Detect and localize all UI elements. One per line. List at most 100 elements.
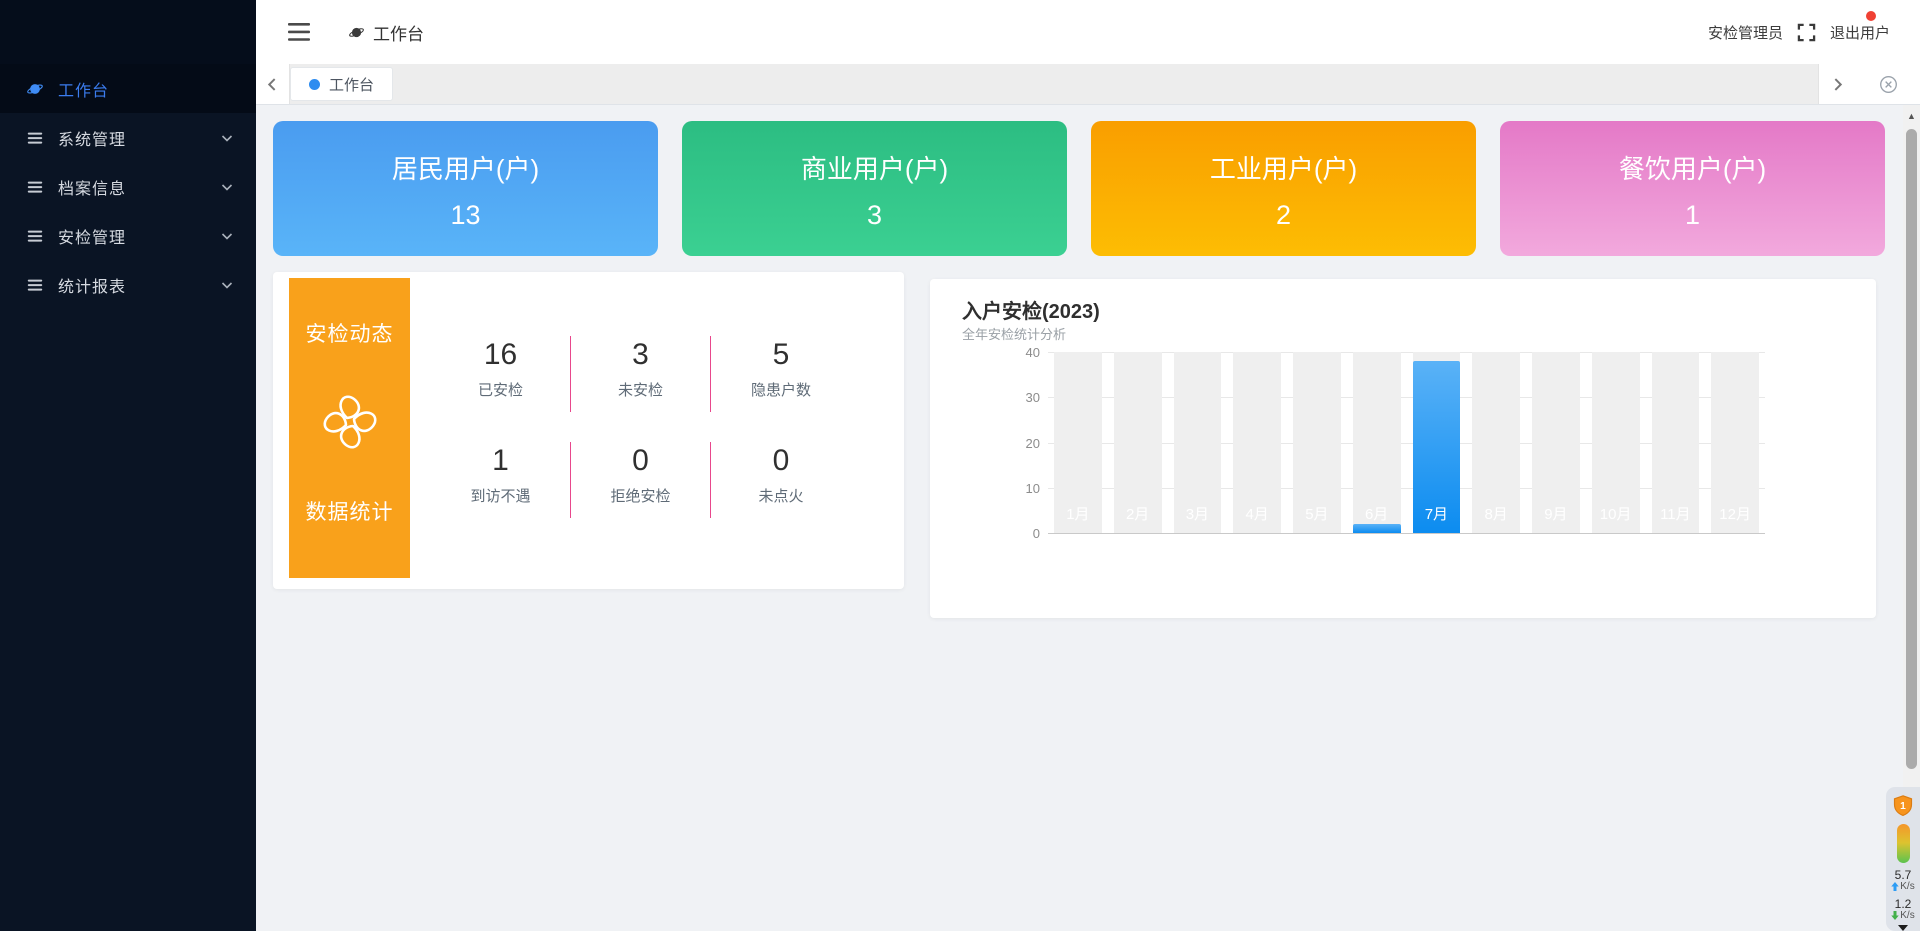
shield-badge-icon: 1 — [1892, 795, 1914, 816]
safety-stats-grid: 16已安检3未安检5隐患户数1到访不遇0拒绝安检0未点火 — [431, 336, 851, 518]
stat-card-title: 工业用户(户) — [1091, 149, 1476, 186]
x-axis-month-label: 7月 — [1407, 503, 1467, 524]
logout-button[interactable]: 退出用户 — [1830, 22, 1890, 43]
sidebar-item-label: 统计报表 — [58, 273, 220, 297]
stat-card-title: 商业用户(户) — [682, 149, 1067, 186]
scrollbar-thumb[interactable] — [1906, 129, 1917, 769]
annual-inspection-chart-panel: 入户安检(2023) 全年安检统计分析 0 10 20 30 40 1月2月3月4月5月6… — [930, 279, 1876, 618]
tabs-scroll-left-button[interactable] — [256, 64, 290, 104]
tab-bar: 工作台 — [256, 64, 1920, 105]
safety-stat-label: 到访不遇 — [431, 485, 570, 506]
svg-text:1: 1 — [1900, 801, 1906, 812]
current-user-label: 安检管理员 — [1708, 22, 1783, 43]
month-slot-4月: 4月 — [1227, 352, 1287, 533]
safety-stat-label: 未点火 — [711, 485, 851, 506]
up-arrow-icon — [1891, 882, 1899, 891]
stat-cards-row: 居民用户(户) 13 商业用户(户)3 工业用户(户) 2 餐饮用户(户) 1 — [273, 121, 1885, 256]
chevron-down-icon — [220, 131, 234, 145]
safety-stat-value: 1 — [431, 442, 570, 480]
safety-stat-value: 16 — [431, 336, 570, 374]
leaf-icon — [348, 24, 365, 41]
bar-chart-plot-area: 0102030401月2月3月4月5月6月7月8月9月10月11月12月 — [1048, 352, 1765, 533]
x-axis-month-label: 1月 — [1048, 503, 1108, 524]
page-title: 工作台 — [373, 20, 424, 45]
x-axis-month-label: 4月 — [1227, 503, 1287, 524]
month-slot-5月: 5月 — [1287, 352, 1347, 533]
upload-speed-unit: K/s — [1891, 881, 1914, 892]
y-axis-tick-label: 10 — [1006, 481, 1040, 496]
sidebar-item-label: 工作台 — [58, 77, 234, 101]
collapse-triangle-icon[interactable] — [1898, 925, 1908, 931]
stat-card[interactable]: 工业用户(户) 2 — [1091, 121, 1476, 256]
safety-stat-value: 0 — [571, 442, 710, 480]
safety-stat-value: 0 — [711, 442, 851, 480]
menu-icon — [26, 227, 44, 245]
tab-workbench[interactable]: 工作台 — [290, 67, 393, 101]
header-right: 安检管理员 退出用户 — [1708, 0, 1890, 64]
scrollbar-up-arrow[interactable]: ▲ — [1903, 111, 1920, 121]
safety-stat-label: 未安检 — [571, 379, 710, 400]
safety-stat-label: 已安检 — [431, 379, 570, 400]
tab-label: 工作台 — [329, 74, 374, 95]
download-speed-unit: K/s — [1891, 910, 1914, 921]
sidebar-item-档案信息[interactable]: 档案信息 — [0, 162, 256, 211]
menu-icon — [26, 178, 44, 196]
down-arrow-icon — [1891, 911, 1899, 920]
chart-title: 入户安检(2023) — [962, 295, 1100, 324]
stat-card[interactable]: 居民用户(户) 13 — [273, 121, 658, 256]
x-axis-baseline — [1048, 533, 1765, 534]
x-axis-month-label: 2月 — [1108, 503, 1168, 524]
y-axis-tick-label: 0 — [1006, 526, 1040, 541]
safety-summary-panel: 安检动态 数据统计 16已安检3未安检5隐患户数1到访不遇0拒绝安检0未点火 — [273, 272, 904, 589]
month-slot-11月: 11月 — [1646, 352, 1706, 533]
y-axis-tick-label: 20 — [1006, 436, 1040, 451]
network-monitor-widget[interactable]: 1 5.7 K/s 1.2 K/s — [1886, 787, 1920, 931]
y-axis-tick-label: 30 — [1006, 390, 1040, 405]
stat-card-value: 13 — [273, 200, 658, 231]
sidebar-item-工作台[interactable]: 工作台 — [0, 64, 256, 113]
banner-bottom-label: 数据统计 — [306, 496, 394, 526]
sidebar-item-label: 档案信息 — [58, 175, 220, 199]
stat-card-title: 居民用户(户) — [273, 149, 658, 186]
chevron-down-icon — [220, 180, 234, 194]
month-slot-6月: 6月 — [1347, 352, 1407, 533]
sidebar-item-label: 安检管理 — [58, 224, 220, 248]
x-axis-month-label: 12月 — [1705, 503, 1765, 524]
x-axis-month-label: 8月 — [1466, 503, 1526, 524]
menu-icon — [26, 129, 44, 147]
x-axis-month-label: 5月 — [1287, 503, 1347, 524]
month-slot-2月: 2月 — [1108, 352, 1168, 533]
leaf-icon — [26, 80, 44, 98]
sidebar-item-统计报表[interactable]: 统计报表 — [0, 260, 256, 309]
stat-card[interactable]: 商业用户(户)3 — [682, 121, 1067, 256]
chart-subtitle: 全年安检统计分析 — [962, 324, 1066, 343]
safety-stat-label: 拒绝安检 — [571, 485, 710, 506]
hamburger-icon[interactable] — [288, 23, 310, 41]
stat-card-value: 2 — [1091, 200, 1476, 231]
y-axis-tick-label: 40 — [1006, 345, 1040, 360]
safety-stat-拒绝安检: 0 拒绝安检 — [571, 442, 711, 518]
stat-card-title: 餐饮用户(户) — [1500, 149, 1885, 186]
month-slot-12月: 12月 — [1705, 352, 1765, 533]
safety-stat-label: 隐患户数 — [711, 379, 851, 400]
sidebar-item-label: 系统管理 — [58, 126, 220, 150]
stat-card[interactable]: 餐饮用户(户) 1 — [1500, 121, 1885, 256]
safety-stat-value: 3 — [571, 336, 710, 374]
stat-card-value: 1 — [1500, 200, 1885, 231]
sidebar-item-安检管理[interactable]: 安检管理 — [0, 211, 256, 260]
close-tabs-icon[interactable] — [1856, 64, 1920, 104]
fullscreen-icon[interactable] — [1797, 23, 1816, 42]
sidebar-item-系统管理[interactable]: 系统管理 — [0, 113, 256, 162]
safety-stat-隐患户数: 5隐患户数 — [711, 336, 851, 412]
x-axis-month-label: 6月 — [1347, 503, 1407, 524]
chevron-down-icon — [220, 278, 234, 292]
safety-stat-已安检: 16 已安检 — [431, 336, 571, 412]
sidebar-menu: 工作台系统管理档案信息安检管理统计报表 — [0, 64, 256, 309]
month-slot-3月: 3月 — [1168, 352, 1228, 533]
x-axis-month-label: 11月 — [1646, 503, 1706, 524]
temperature-gauge — [1897, 824, 1910, 863]
active-tab-dot — [309, 79, 320, 90]
tabs-scroll-right-button[interactable] — [1818, 64, 1856, 104]
bar-6月[interactable] — [1353, 524, 1401, 533]
download-speed-value: 1.2 — [1895, 898, 1912, 910]
